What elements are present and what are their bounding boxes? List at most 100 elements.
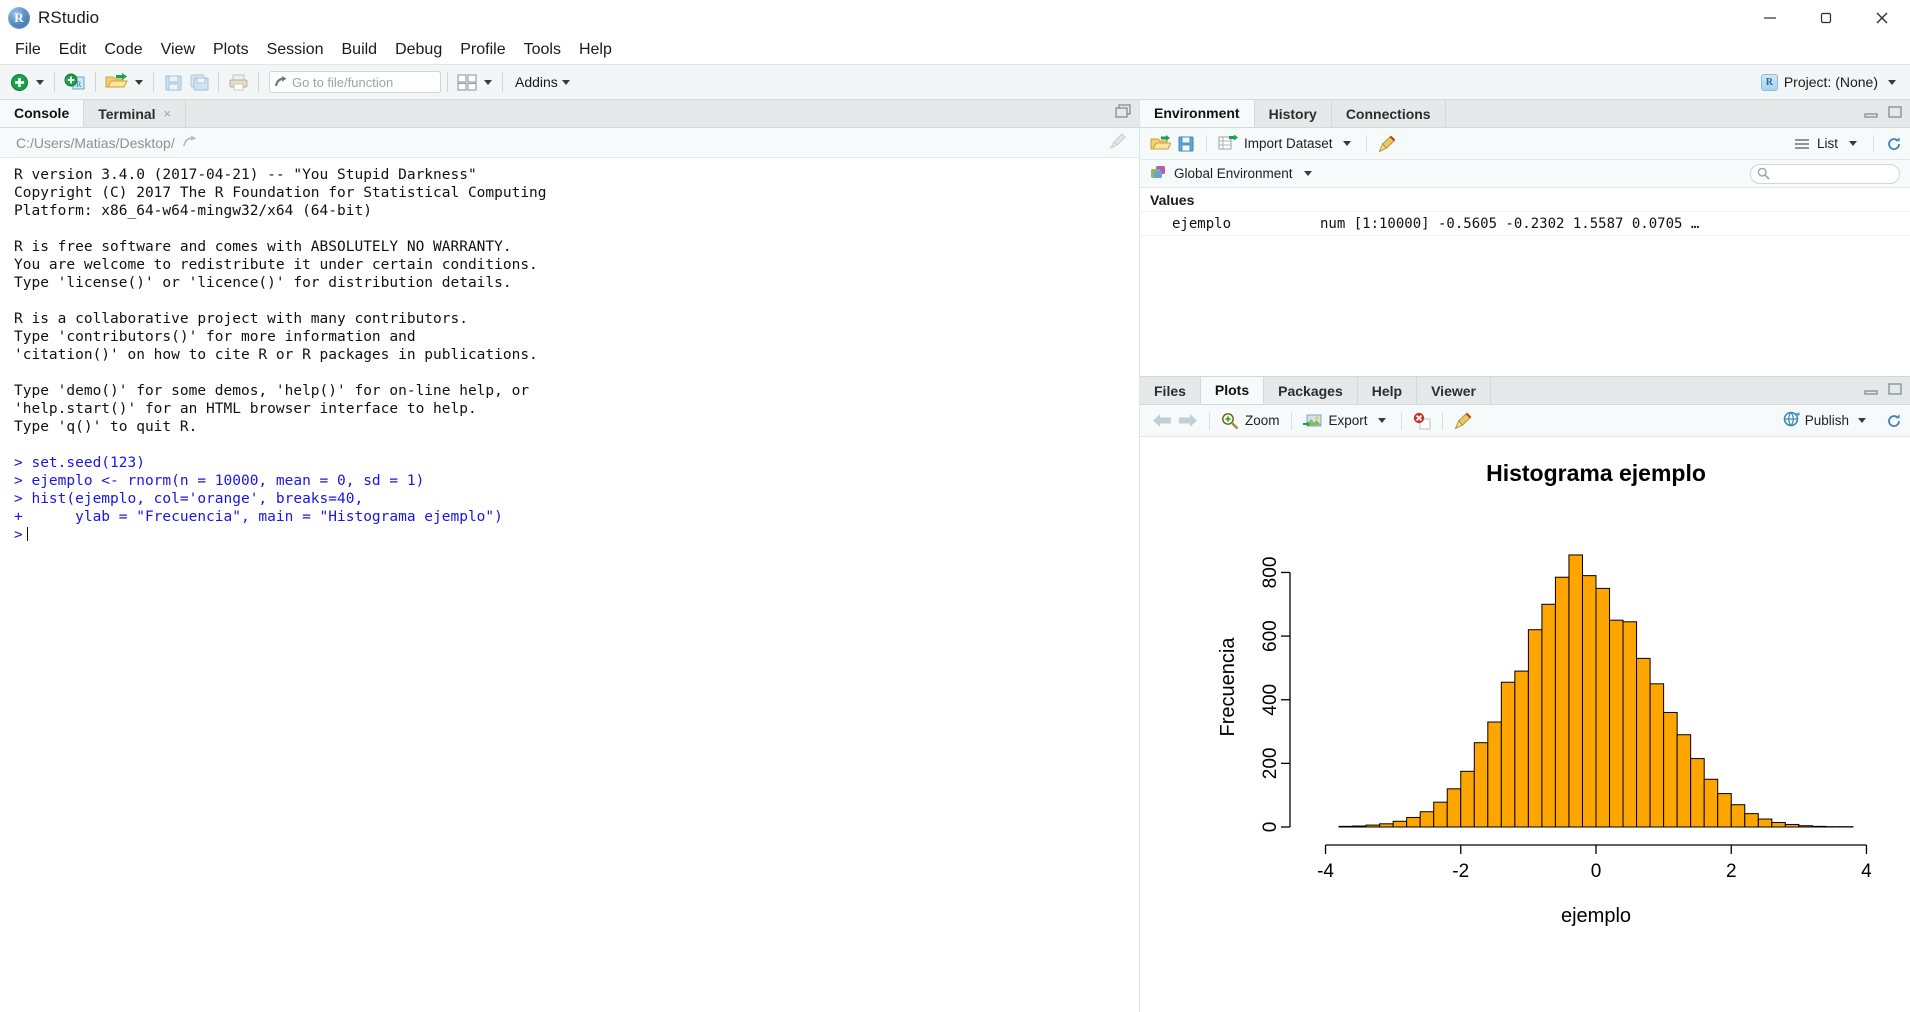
search-input[interactable]: Go to file/function	[269, 71, 441, 93]
refresh-icon[interactable]	[1886, 136, 1902, 152]
refresh-plot-icon[interactable]	[1886, 413, 1902, 429]
tab-packages[interactable]: Packages	[1264, 377, 1358, 404]
environment-scope-selector[interactable]: Global Environment	[1140, 160, 1910, 188]
open-file-icon[interactable]	[102, 69, 131, 95]
environment-search-input[interactable]	[1750, 164, 1900, 184]
minimize-icon[interactable]	[1742, 0, 1798, 36]
list-view-label[interactable]: List	[1817, 136, 1838, 151]
tab-files[interactable]: Files	[1140, 377, 1201, 404]
import-dataset-button[interactable]: Import Dataset	[1244, 136, 1333, 151]
tab-console[interactable]: Console	[0, 100, 84, 127]
title-bar: R RStudio	[0, 0, 1910, 36]
menu-file[interactable]: File	[6, 39, 50, 61]
tab-history[interactable]: History	[1255, 100, 1332, 127]
maximize-icon[interactable]	[1798, 0, 1854, 36]
histogram-bars	[1339, 555, 1853, 827]
tab-terminal[interactable]: Terminal ×	[84, 100, 186, 127]
zoom-button[interactable]: Zoom	[1245, 413, 1280, 428]
menu-tools[interactable]: Tools	[515, 39, 570, 61]
publish-button[interactable]: Publish	[1805, 413, 1849, 428]
project-selector[interactable]: R Project: (None)	[1761, 74, 1900, 91]
open-directory-icon[interactable]	[183, 135, 198, 151]
menu-debug[interactable]: Debug	[386, 39, 451, 61]
y-axis-label: Frecuencia	[1217, 637, 1239, 737]
window-controls	[1742, 0, 1910, 36]
menu-edit[interactable]: Edit	[50, 39, 96, 61]
open-file-dropdown-icon[interactable]	[135, 80, 143, 85]
save-all-icon[interactable]	[186, 69, 212, 95]
previous-plot-icon[interactable]	[1152, 413, 1172, 428]
clear-objects-icon[interactable]	[1378, 135, 1396, 153]
tab-viewer[interactable]: Viewer	[1417, 377, 1491, 404]
menu-build[interactable]: Build	[333, 39, 387, 61]
tab-plots[interactable]: Plots	[1201, 377, 1264, 404]
new-file-dropdown-icon[interactable]	[36, 80, 44, 85]
plot-canvas[interactable]: Histograma ejemplo0200400600800-4-2024Fr…	[1140, 437, 1910, 1012]
rstudio-logo-icon: R	[8, 7, 30, 29]
console-line: Type 'q()' to quit R.	[14, 418, 1139, 436]
project-dropdown-icon[interactable]	[1888, 80, 1896, 85]
toolbar-separator	[218, 72, 219, 92]
app-title: RStudio	[38, 8, 99, 28]
menu-view[interactable]: View	[152, 39, 204, 61]
list-view-icon[interactable]	[1795, 138, 1810, 150]
close-terminal-icon[interactable]: ×	[164, 106, 172, 121]
console-output[interactable]: R version 3.4.0 (2017-04-21) -- "You Stu…	[0, 158, 1139, 1012]
minimize-pane-icon[interactable]	[1864, 382, 1878, 400]
zoom-icon[interactable]	[1221, 412, 1239, 430]
console-line: > set.seed(123)	[14, 454, 1139, 472]
addins-button[interactable]: Addins	[515, 74, 558, 90]
tab-help[interactable]: Help	[1358, 377, 1417, 404]
publish-control[interactable]: Publish	[1782, 411, 1870, 430]
print-icon[interactable]	[225, 69, 252, 95]
export-button[interactable]: Export	[1329, 413, 1368, 428]
load-workspace-icon[interactable]	[1150, 135, 1171, 153]
minimize-pane-icon[interactable]	[1864, 105, 1878, 123]
histogram-bar	[1488, 722, 1502, 827]
tab-console-label: Console	[14, 105, 69, 121]
environment-scope-dropdown-icon[interactable]	[1304, 171, 1312, 176]
menu-help[interactable]: Help	[570, 39, 621, 61]
save-workspace-icon[interactable]	[1177, 135, 1195, 153]
new-file-icon[interactable]	[6, 69, 32, 95]
remove-plot-icon[interactable]	[1413, 412, 1431, 430]
menu-plots[interactable]: Plots	[204, 39, 258, 61]
new-project-icon[interactable]: R	[61, 69, 89, 95]
maximize-pane-icon[interactable]	[1888, 105, 1902, 123]
plots-pane-actions	[1864, 377, 1910, 404]
y-axis-tick-label: 800	[1260, 557, 1281, 589]
workspace-panes-dropdown-icon[interactable]	[484, 80, 492, 85]
menu-session[interactable]: Session	[258, 39, 333, 61]
console-working-directory[interactable]: C:/Users/Matias/Desktop/	[0, 128, 1139, 158]
x-axis-tick-label: 4	[1861, 861, 1872, 882]
menu-code[interactable]: Code	[95, 39, 151, 61]
histogram-bar	[1434, 802, 1448, 827]
publish-dropdown-icon[interactable]	[1858, 418, 1866, 423]
save-icon[interactable]	[160, 69, 186, 95]
clear-console-icon[interactable]	[1109, 132, 1127, 153]
tab-environment[interactable]: Environment	[1140, 100, 1255, 127]
maximize-console-icon[interactable]	[1115, 104, 1131, 123]
workspace-panes-icon[interactable]	[454, 69, 480, 95]
console-line: 'citation()' on how to cite R or R packa…	[14, 346, 1139, 364]
import-dataset-icon[interactable]	[1218, 135, 1238, 152]
table-row[interactable]: ejemplo num [1:10000] -0.5605 -0.2302 1.…	[1140, 212, 1910, 236]
console-prompt[interactable]: >	[14, 526, 1139, 544]
next-plot-icon[interactable]	[1178, 413, 1198, 428]
menu-profile[interactable]: Profile	[451, 39, 514, 61]
clear-all-plots-icon[interactable]	[1454, 412, 1472, 430]
import-dataset-dropdown-icon[interactable]	[1343, 141, 1351, 146]
console-line: Type 'license()' or 'licence()' for dist…	[14, 274, 1139, 292]
console-line: You are welcome to redistribute it under…	[14, 256, 1139, 274]
console-line: 'help.start()' for an HTML browser inter…	[14, 400, 1139, 418]
maximize-pane-icon[interactable]	[1888, 382, 1902, 400]
tab-connections[interactable]: Connections	[1332, 100, 1446, 127]
close-icon[interactable]	[1854, 0, 1910, 36]
project-icon: R	[1761, 74, 1778, 91]
histogram-bar	[1407, 817, 1421, 827]
export-icon[interactable]	[1303, 413, 1323, 429]
list-view-dropdown-icon[interactable]	[1849, 141, 1857, 146]
export-dropdown-icon[interactable]	[1378, 418, 1386, 423]
console-line: R version 3.4.0 (2017-04-21) -- "You Stu…	[14, 166, 1139, 184]
addins-dropdown-icon[interactable]	[562, 80, 570, 85]
